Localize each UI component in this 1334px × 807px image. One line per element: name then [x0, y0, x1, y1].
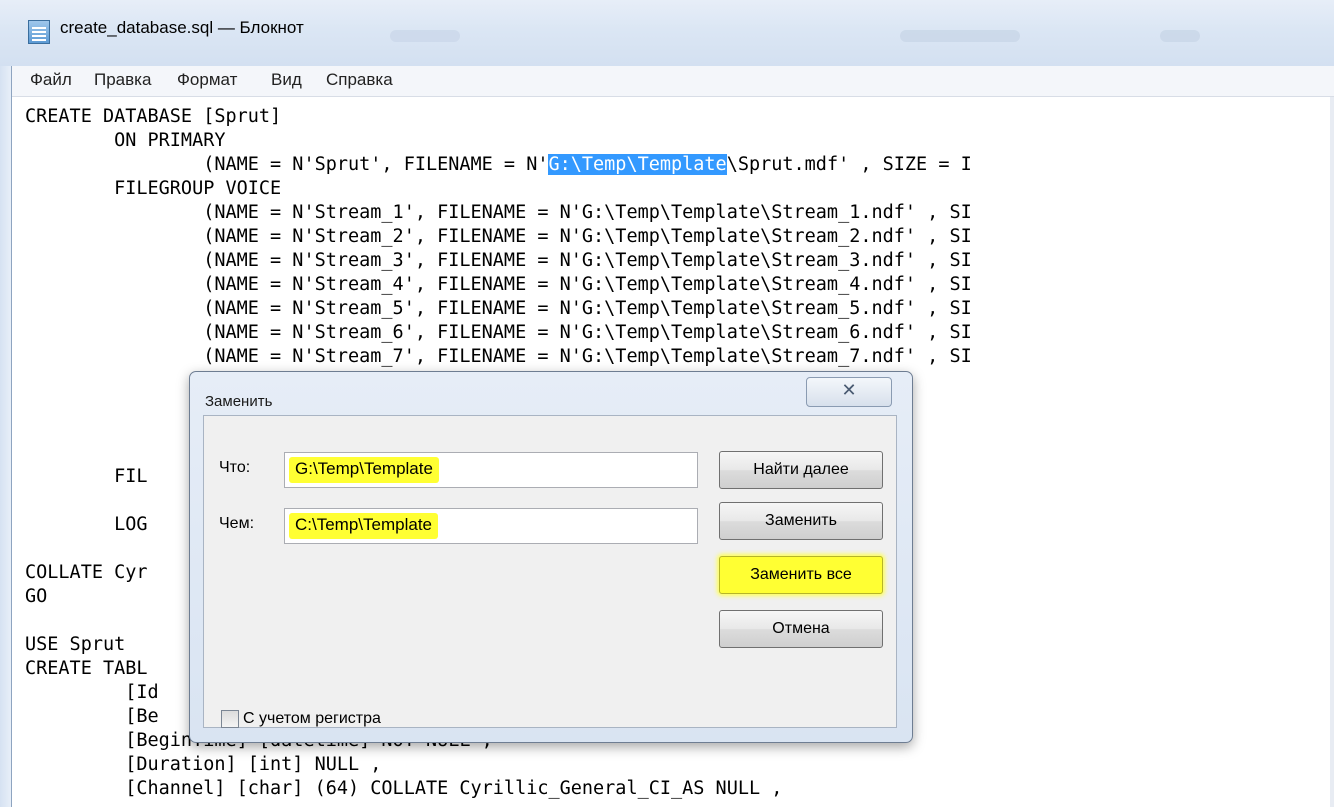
title-bar-blur: [1160, 30, 1200, 42]
find-input-value: G:\Temp\Template: [289, 457, 439, 483]
find-next-button[interactable]: Найти далее: [719, 451, 883, 489]
close-icon: ✕: [841, 380, 857, 401]
editor-line: GO: [25, 586, 48, 607]
window-frame: [0, 66, 12, 807]
menu-help[interactable]: Справка: [326, 70, 393, 90]
replace-button[interactable]: Заменить: [719, 502, 883, 540]
title-bar-blur: [390, 30, 460, 42]
replace-label: Чем:: [219, 515, 255, 532]
editor-line: CREATE TABL: [25, 658, 148, 679]
menu-edit[interactable]: Правка: [94, 70, 151, 90]
title-bar: create_database.sql — Блокнот: [0, 0, 1334, 66]
editor-line: [Id: [25, 682, 159, 703]
menu-format[interactable]: Формат: [177, 70, 237, 90]
editor-line: (NAME = N'Stream_7', FILENAME = N'G:\Tem…: [25, 346, 972, 367]
window-frame-right: [1330, 97, 1334, 807]
match-case-label: С учетом регистра: [243, 710, 381, 727]
replace-all-button[interactable]: Заменить все: [719, 556, 883, 594]
menu-file[interactable]: Файл: [30, 70, 72, 90]
find-label: Что:: [219, 459, 251, 476]
menu-bar: Файл Правка Формат Вид Справка: [12, 66, 1334, 97]
window-title: create_database.sql — Блокнот: [60, 18, 304, 37]
editor-line-text: (NAME = N'Sprut', FILENAME = N': [25, 154, 549, 175]
find-input[interactable]: G:\Temp\Template: [284, 452, 698, 488]
cancel-button[interactable]: Отмена: [719, 610, 883, 648]
editor-line: FILEGROUP VOICE: [25, 178, 282, 199]
editor-line: COLLATE Cyr: [25, 562, 148, 583]
title-bar-blur: [900, 30, 1020, 42]
editor-line: CREATE DATABASE [Sprut]: [25, 106, 282, 127]
editor-line: (NAME = N'Stream_5', FILENAME = N'G:\Tem…: [25, 298, 972, 319]
replace-input[interactable]: C:\Temp\Template: [284, 508, 698, 544]
replace-input-value: C:\Temp\Template: [289, 513, 438, 539]
editor-line: USE Sprut: [25, 634, 126, 655]
editor-line: (NAME = N'Stream_4', FILENAME = N'G:\Tem…: [25, 274, 972, 295]
editor-line: (NAME = N'Sprut', FILENAME = N'G:\Temp\T…: [25, 153, 972, 177]
notepad-icon: [28, 20, 50, 44]
editor-line-text: \Sprut.mdf' , SIZE = I: [726, 154, 972, 175]
editor-line: ON PRIMARY: [25, 130, 226, 151]
dialog-close-button[interactable]: ✕: [806, 377, 892, 407]
replace-dialog: Заменить ✕ Что: G:\Temp\Template Чем: C:…: [189, 371, 913, 743]
dialog-body: Что: G:\Temp\Template Чем: C:\Temp\Templ…: [203, 415, 897, 728]
editor-line: (NAME = N'Stream_2', FILENAME = N'G:\Tem…: [25, 226, 972, 247]
editor-line: [Channel] [char] (64) COLLATE Cyrillic_G…: [25, 778, 783, 799]
selected-text: G:\Temp\Template: [548, 154, 727, 175]
editor-line: (NAME = N'Stream_3', FILENAME = N'G:\Tem…: [25, 250, 972, 271]
dialog-title: Заменить: [205, 393, 273, 410]
editor-line: (NAME = N'Stream_1', FILENAME = N'G:\Tem…: [25, 202, 972, 223]
editor-line: [Duration] [int] NULL ,: [25, 754, 382, 775]
match-case-checkbox[interactable]: [221, 710, 239, 728]
editor-line: (NAME = N'Stream_6', FILENAME = N'G:\Tem…: [25, 322, 972, 343]
menu-view[interactable]: Вид: [271, 70, 302, 90]
editor-line: [Be: [25, 706, 159, 727]
